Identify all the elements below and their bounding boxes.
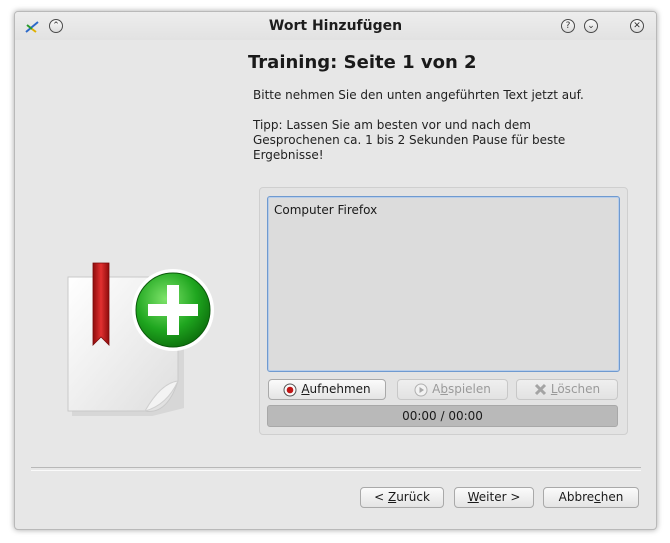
tip-line-2: Gesprochenen ca. 1 bis 2 Sekunden Pause … [253, 133, 566, 147]
delete-icon [534, 383, 546, 396]
record-label: ufnehmen [309, 382, 371, 396]
play-label: spielen [447, 382, 491, 396]
help-button[interactable]: ? [561, 19, 575, 33]
play-mnemonic: b [440, 382, 448, 396]
instruction-text: Bitte nehmen Sie den unten angeführten T… [253, 88, 584, 102]
next-label: eiter > [478, 490, 521, 504]
help-icon: ? [565, 21, 571, 31]
cancel-label: hen [600, 490, 624, 504]
minimize-icon: ⌄ [587, 21, 595, 31]
recording-progress: 00:00 / 00:00 [267, 405, 618, 427]
cancel-label-pre: Abbre [558, 490, 595, 504]
cancel-mnemonic: c [594, 490, 601, 504]
separator [31, 467, 641, 471]
record-icon [283, 383, 297, 396]
play-button[interactable]: Abspielen [397, 379, 508, 400]
prompt-text: Computer Firefox [274, 203, 378, 217]
page-title: Training: Seite 1 von 2 [248, 52, 477, 73]
next-button[interactable]: Weiter > [454, 487, 534, 508]
back-button[interactable]: < Zurück [360, 487, 444, 508]
next-mnemonic: W [467, 490, 479, 504]
delete-button[interactable]: Löschen [516, 379, 618, 400]
back-label-pre: < [374, 490, 388, 504]
record-mnemonic: A [301, 382, 310, 396]
recording-time: 00:00 / 00:00 [402, 409, 483, 423]
minimize-button[interactable]: ⌄ [584, 19, 598, 33]
tip-line-3: Ergebnisse! [253, 148, 324, 162]
tip-line-1: Tipp: Lassen Sie am besten vor und nach … [253, 118, 531, 132]
back-mnemonic: Z [387, 490, 397, 504]
prompt-text-box[interactable]: Computer Firefox [267, 196, 620, 372]
back-label: urück [396, 490, 430, 504]
window-title: Wort Hinzufügen [268, 18, 403, 34]
record-button[interactable]: Aufnehmen [268, 379, 386, 400]
titlebar: ⌃ Wort Hinzufügen ? ⌄ ✕ [15, 12, 656, 40]
cancel-button[interactable]: Abbrechen [543, 487, 639, 508]
add-word-dialog: ⌃ Wort Hinzufügen ? ⌄ ✕ Training: Seite … [14, 11, 657, 530]
recording-panel: Computer Firefox Aufnehmen Abspielen Lös… [259, 187, 628, 435]
delete-label: öschen [557, 382, 601, 396]
close-icon: ✕ [633, 21, 641, 31]
add-word-icon [67, 262, 214, 416]
play-icon [414, 383, 428, 396]
close-button[interactable]: ✕ [630, 19, 644, 33]
